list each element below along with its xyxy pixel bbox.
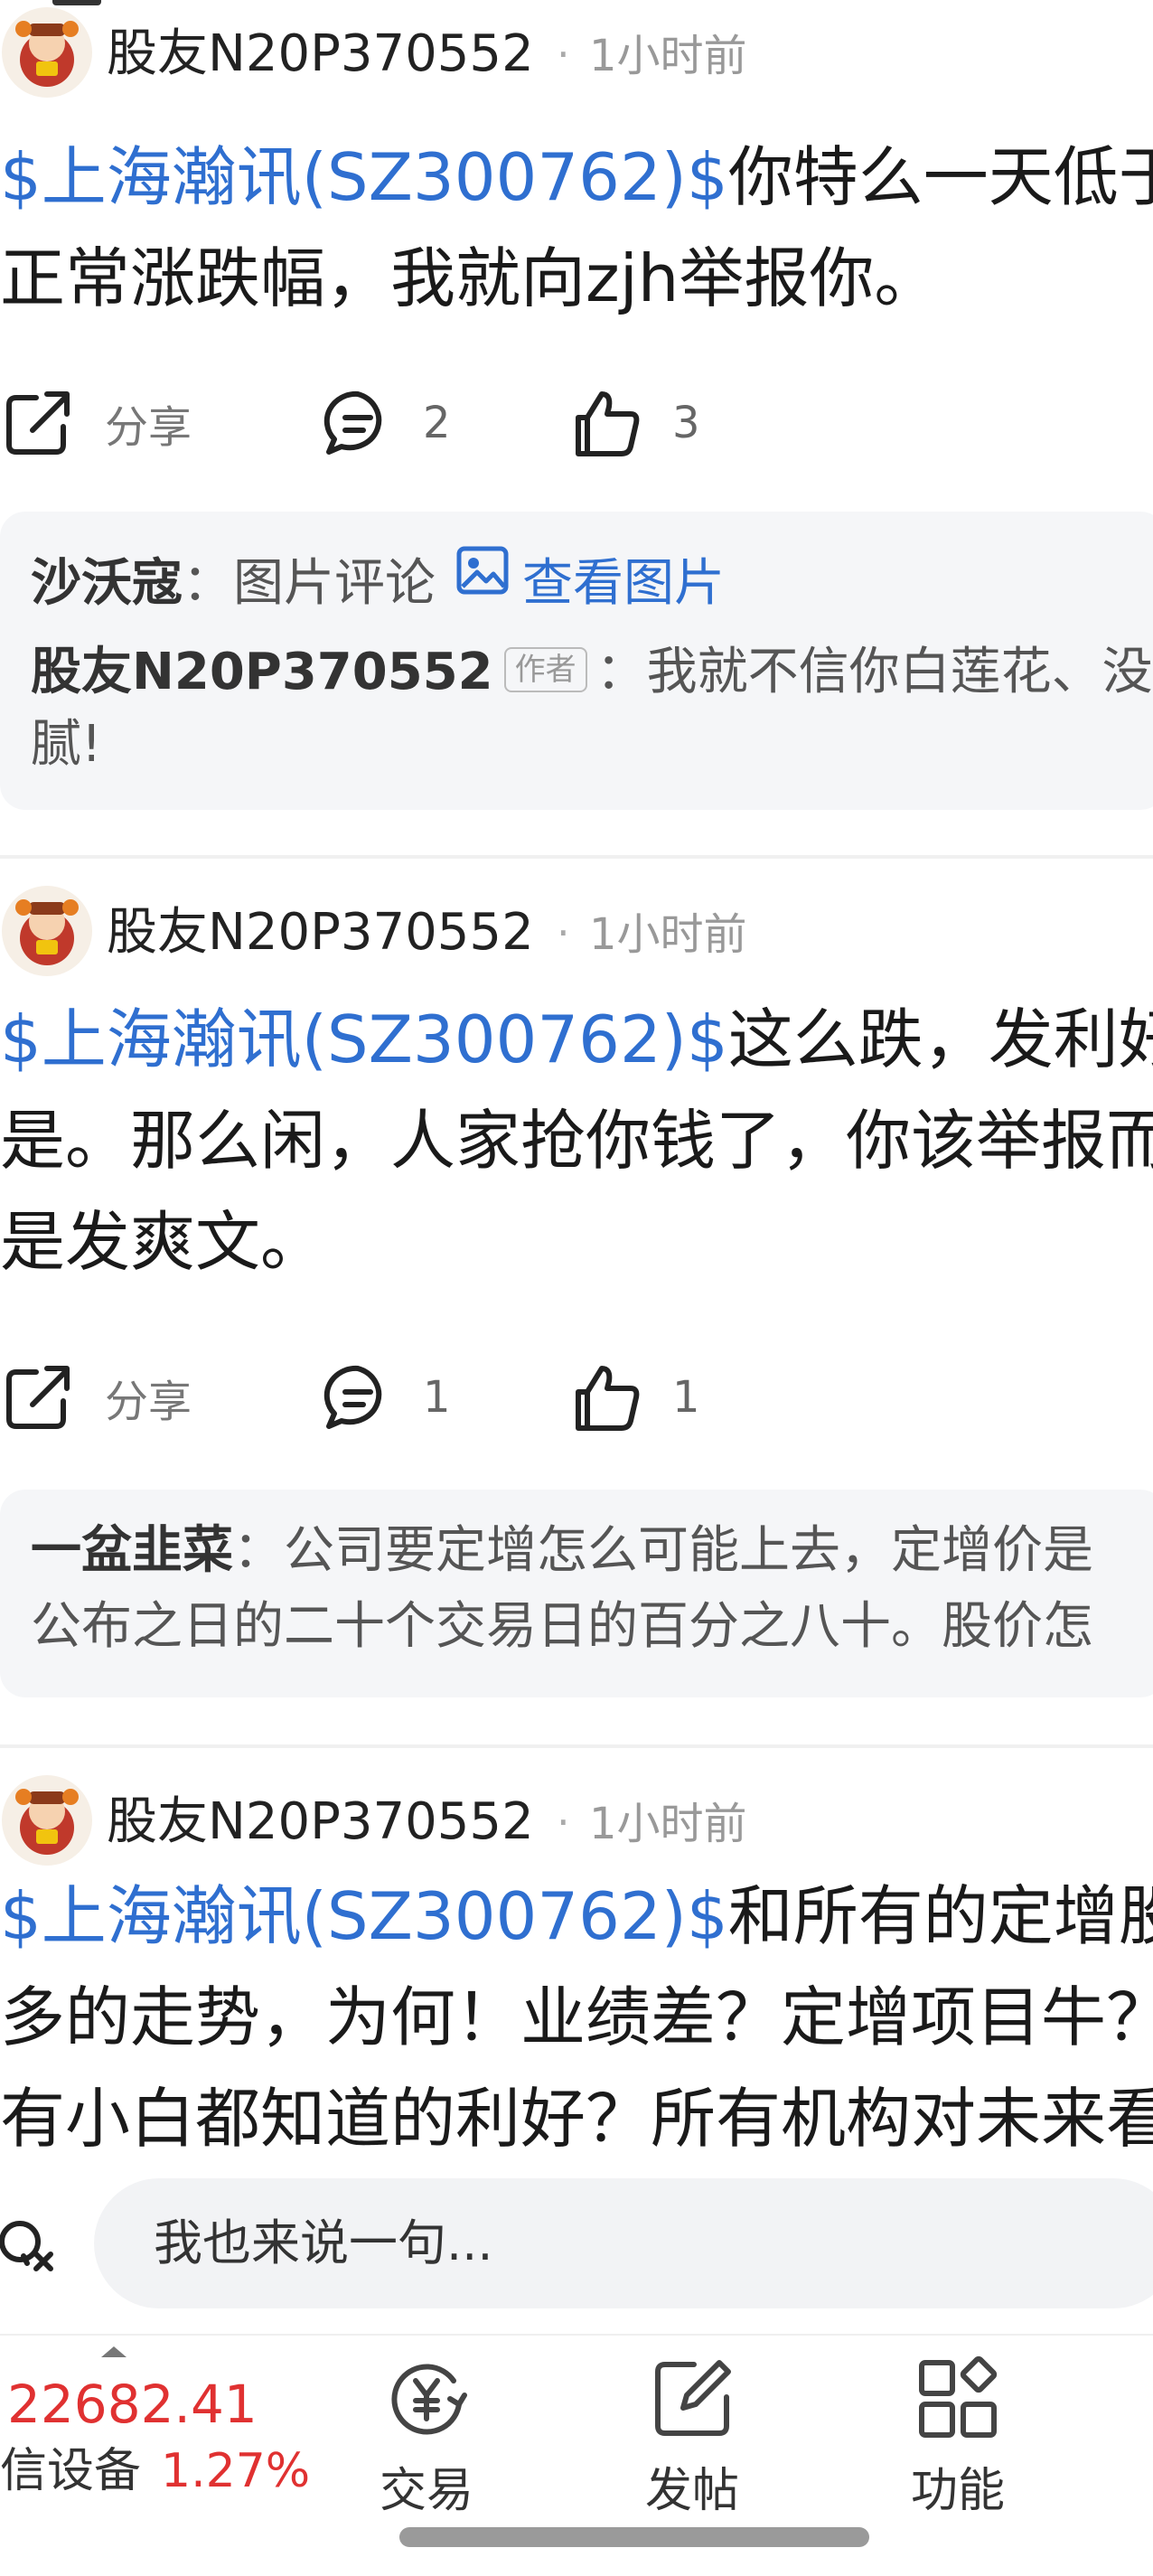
post-body[interactable]: $上海瀚讯(SZ300762)$你特么一天低于 正常涨跌幅，我就向zjh举报你。	[0, 127, 1153, 329]
post-header: 股友N20P370552 · 1小时前	[0, 879, 1153, 978]
comment-item: 一盆韭菜：公司要定增怎么可能上去，定增价是	[31, 1513, 1093, 1589]
comment-preview[interactable]: 沙沃寇：图片评论 查看图片 股友N20P370552 作者 ：我就不信你白莲花、没 腻…	[0, 512, 1153, 810]
comment-input[interactable]: 我也来说一句...	[94, 2178, 1153, 2308]
post-body-line: $上海瀚讯(SZ300762)$和所有的定增股	[0, 1866, 1153, 1967]
comment-input-bar: 我也来说一句...	[0, 2153, 1153, 2334]
nav-functions[interactable]: 功能	[867, 2354, 1048, 2534]
share-button[interactable]: 分享	[0, 1352, 192, 1443]
post-body-line: $上海瀚讯(SZ300762)$你特么一天低于	[0, 127, 1153, 228]
functions-icon	[919, 2355, 998, 2438]
comment-text-continued: 公布之日的二十个交易日的百分之八十。股价怎	[31, 1597, 1093, 1656]
post-text: 正常涨跌幅，我就向zjh举报你。	[0, 240, 940, 316]
share-label: 分享	[105, 1377, 192, 1427]
post-card[interactable]: 股友N20P370552 · 1小时前 $上海瀚讯(SZ300762)$这么跌，…	[0, 879, 1153, 1746]
comment-item: 股友N20P370552 作者 ：我就不信你白莲花、没	[31, 635, 1153, 710]
stock-tag-link[interactable]: $上海瀚讯(SZ300762)$	[0, 139, 728, 215]
avatar[interactable]	[2, 1775, 92, 1866]
post-card[interactable]: 股友N20P370552 · 1小时前 $上海瀚讯(SZ300762)$和所有的…	[0, 1768, 1153, 2169]
post-time: 1小时前	[589, 31, 747, 81]
comment-item: 沙沃寇：图片评论 查看图片	[31, 546, 725, 625]
comment-icon	[323, 390, 382, 455]
trade-icon	[391, 2364, 467, 2435]
separator-dot: ·	[557, 908, 570, 957]
stock-tag-link[interactable]: $上海瀚讯(SZ300762)$	[0, 1878, 728, 1954]
post-body[interactable]: $上海瀚讯(SZ300762)$这么跌，发利好 是。那么闲，人家抢你钱了，你该举…	[0, 989, 1153, 1293]
post-card[interactable]: 股友N20P370552 · 1小时前 $上海瀚讯(SZ300762)$你特么一…	[0, 0, 1153, 859]
post-divider	[0, 855, 1153, 859]
like-button[interactable]: 1	[571, 1352, 700, 1443]
post-icon	[655, 2360, 731, 2436]
post-feed[interactable]: 股友N20P370552 · 1小时前 $上海瀚讯(SZ300762)$你特么一…	[0, 0, 1153, 2169]
comment-count: 1	[423, 1372, 451, 1423]
nav-trade-label: 交易	[379, 2464, 473, 2518]
view-image-link[interactable]: 查看图片	[522, 554, 725, 613]
share-label: 分享	[105, 402, 192, 453]
post-actions: 分享 1 1	[0, 1352, 1153, 1443]
comment-text: ：图片评论	[183, 554, 436, 613]
comment-author[interactable]: 一盆韭菜	[31, 1521, 233, 1580]
post-divider	[0, 1744, 1153, 1748]
post-username[interactable]: 股友N20P370552	[107, 904, 534, 962]
post-text: 这么跌，发利好	[727, 1001, 1153, 1077]
caret-up-icon	[101, 2346, 127, 2357]
comment-text: ：我就不信你白莲花、没	[595, 643, 1153, 701]
like-count: 3	[672, 398, 700, 448]
emoji-search-icon[interactable]	[0, 2207, 63, 2289]
comment-icon	[323, 1365, 382, 1429]
comment-author[interactable]: 股友N20P370552	[31, 643, 493, 701]
comment-author[interactable]: 沙沃寇	[31, 554, 183, 613]
index-value[interactable]: 22682.41	[7, 2372, 258, 2437]
image-icon	[455, 543, 510, 619]
post-text: 是发爽文。	[0, 1204, 326, 1280]
index-change[interactable]: 1.27%	[161, 2442, 310, 2500]
comment-preview[interactable]: 一盆韭菜：公司要定增怎么可能上去，定增价是 公布之日的二十个交易日的百分之八十。…	[0, 1490, 1153, 1697]
post-header: 股友N20P370552 · 1小时前	[0, 1768, 1153, 1867]
share-icon	[6, 391, 70, 455]
comment-text-continued: 腻!	[31, 715, 102, 774]
index-name[interactable]: 信设备	[0, 2442, 141, 2500]
post-time: 1小时前	[589, 1799, 747, 1849]
share-icon	[6, 1366, 70, 1429]
nav-post[interactable]: 发帖	[602, 2354, 783, 2534]
comment-text: ：公司要定增怎么可能上去，定增价是	[233, 1521, 1093, 1580]
post-body-line: $上海瀚讯(SZ300762)$这么跌，发利好	[0, 989, 1153, 1090]
separator-dot: ·	[557, 30, 570, 79]
separator-dot: ·	[557, 1798, 570, 1847]
like-count: 1	[672, 1372, 700, 1423]
nav-functions-label: 功能	[910, 2464, 1005, 2518]
post-username[interactable]: 股友N20P370552	[107, 25, 534, 83]
nav-trade[interactable]: 交易	[336, 2354, 517, 2534]
comment-input-placeholder: 我也来说一句...	[154, 2214, 493, 2271]
post-text: 多的走势，为何！业绩差？定增项目牛？	[0, 1979, 1153, 2055]
nav-post-label: 发帖	[644, 2464, 739, 2518]
home-indicator[interactable]	[399, 2527, 869, 2547]
like-button[interactable]: 3	[571, 378, 700, 468]
like-icon	[576, 1366, 640, 1431]
like-icon	[576, 391, 640, 456]
comment-count: 2	[423, 398, 451, 448]
avatar[interactable]	[2, 7, 92, 98]
stock-tag-link[interactable]: $上海瀚讯(SZ300762)$	[0, 1001, 728, 1077]
share-button[interactable]: 分享	[0, 378, 192, 468]
post-text: 你特么一天低于	[727, 139, 1153, 215]
post-actions: 分享 2 3	[0, 378, 1153, 468]
post-text: 和所有的定增股	[727, 1878, 1153, 1954]
post-time: 1小时前	[589, 909, 747, 960]
post-header: 股友N20P370552 · 1小时前	[0, 0, 1153, 99]
avatar[interactable]	[2, 886, 92, 976]
post-username[interactable]: 股友N20P370552	[107, 1793, 534, 1851]
author-badge: 作者	[503, 646, 587, 692]
comment-button[interactable]: 1	[322, 1352, 451, 1443]
comment-button[interactable]: 2	[322, 378, 451, 468]
post-body[interactable]: $上海瀚讯(SZ300762)$和所有的定增股 多的走势，为何！业绩差？定增项目…	[0, 1866, 1153, 2169]
post-text: 是。那么闲，人家抢你钱了，你该举报而	[0, 1103, 1153, 1179]
